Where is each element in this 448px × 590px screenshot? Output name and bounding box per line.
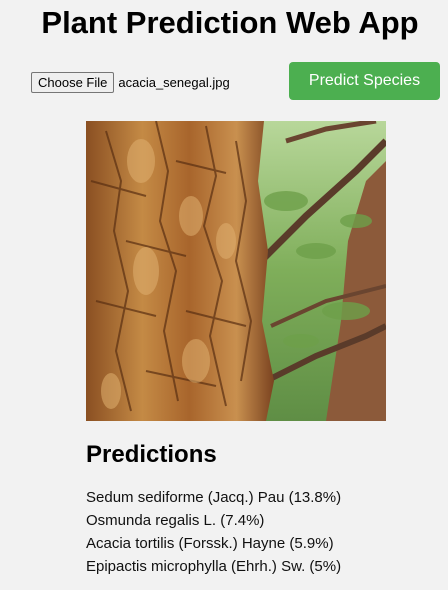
uploaded-image-preview: [86, 121, 386, 421]
selected-file-name: acacia_senegal.jpg: [118, 75, 230, 90]
prediction-item: Sedum sediforme (Jacq.) Pau (13.8%): [86, 489, 342, 506]
prediction-item: Acacia tortilis (Forssk.) Hayne (5.9%): [86, 535, 334, 552]
prediction-item: Epipactis microphylla (Ehrh.) Sw. (5%): [86, 558, 342, 575]
tree-bark-photo: [86, 121, 386, 421]
prediction-item: Osmunda regalis L. (7.4%): [86, 512, 265, 529]
predict-species-button[interactable]: Predict Species: [289, 62, 440, 100]
choose-file-button[interactable]: Choose File: [31, 72, 115, 93]
page: Plant Prediction Web App Choose File aca…: [0, 0, 448, 590]
file-upload-row: Choose File acacia_senegal.jpg: [31, 72, 230, 93]
predictions-list: Sedum sediforme (Jacq.) Pau (13.8%) Osmu…: [86, 486, 341, 578]
page-title: Plant Prediction Web App: [41, 5, 419, 40]
predictions-heading: Predictions: [86, 441, 217, 468]
